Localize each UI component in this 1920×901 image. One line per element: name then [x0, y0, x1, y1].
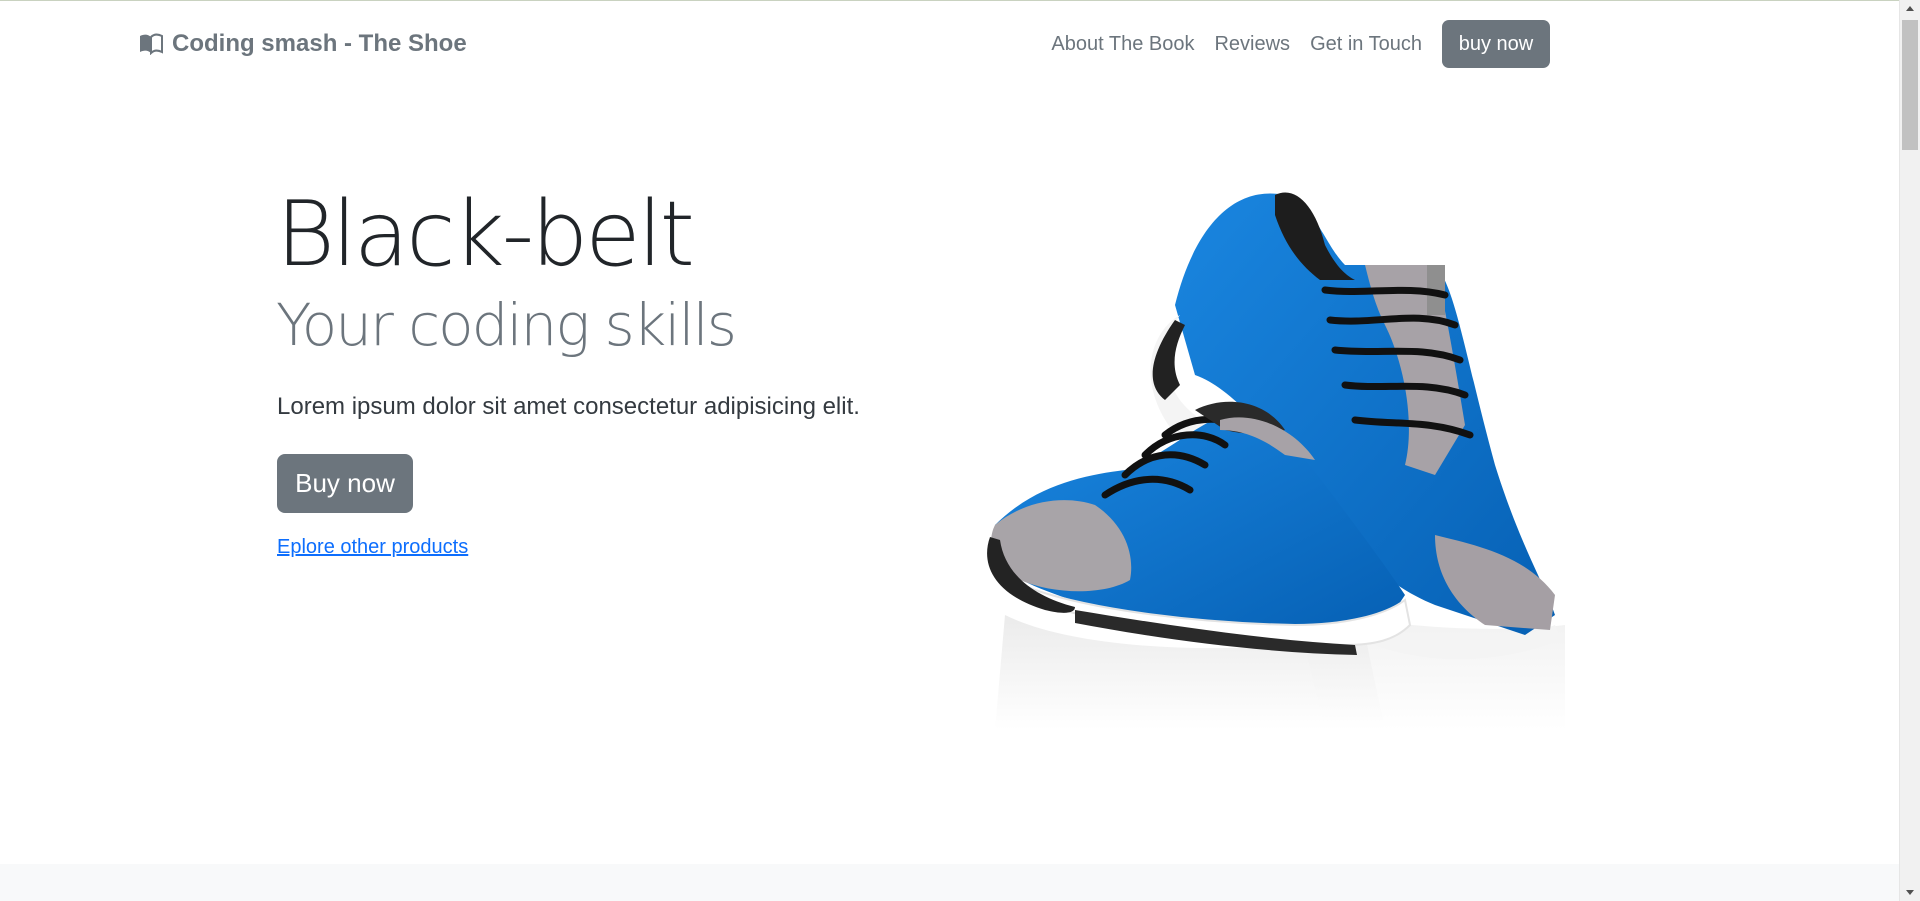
- nav-buy-button[interactable]: buy now: [1442, 20, 1550, 68]
- hero-lead: Lorem ipsum dolor sit amet consectetur a…: [277, 393, 860, 420]
- nav-link-reviews[interactable]: Reviews: [1204, 20, 1300, 68]
- brand-text: Coding smash - The Shoe: [172, 30, 467, 57]
- next-section-band: [0, 864, 1900, 901]
- book-icon: [138, 33, 164, 56]
- nav-link-about[interactable]: About The Book: [1041, 20, 1204, 68]
- scrollbar-thumb[interactable]: [1902, 20, 1918, 150]
- brand-link[interactable]: Coding smash - The Shoe: [138, 30, 467, 58]
- explore-products-link[interactable]: Eplore other products: [277, 536, 468, 559]
- hero-title: Black-belt: [276, 182, 695, 287]
- shoe-image: [965, 185, 1565, 730]
- nav-link-contact[interactable]: Get in Touch: [1300, 20, 1432, 68]
- hero-buy-button[interactable]: Buy now: [277, 454, 413, 513]
- triangle-up-icon[interactable]: [1900, 0, 1920, 17]
- navbar: Coding smash - The Shoe About The Book R…: [0, 0, 1900, 92]
- nav-links: About The Book Reviews Get in Touch buy …: [1041, 20, 1550, 68]
- triangle-down-icon[interactable]: [1900, 884, 1920, 901]
- hero-subtitle: Your coding skills: [276, 291, 737, 359]
- page: Coding smash - The Shoe About The Book R…: [0, 0, 1920, 901]
- vertical-scrollbar[interactable]: [1899, 0, 1920, 901]
